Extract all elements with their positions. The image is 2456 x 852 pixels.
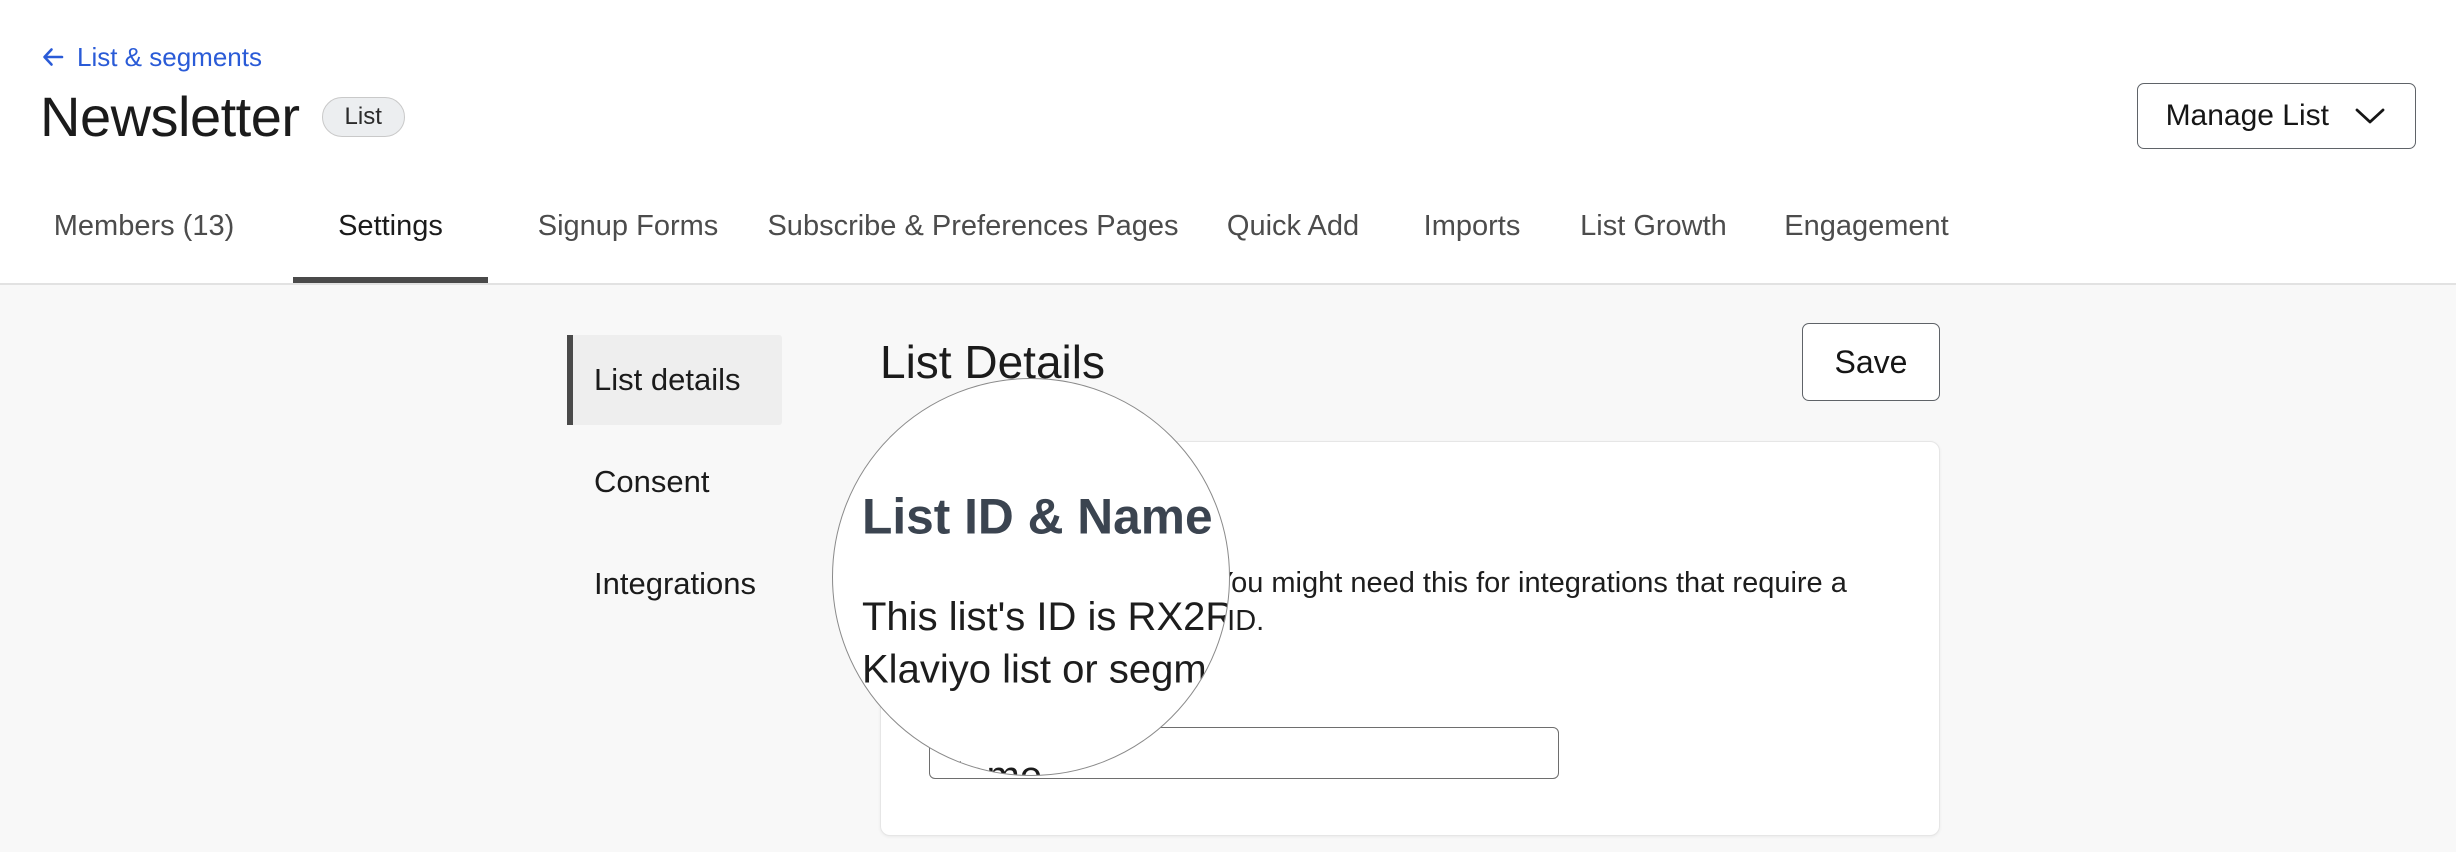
arrow-left-icon: [40, 44, 66, 70]
settings-content: List details Consent Integrations List D…: [0, 285, 2456, 852]
title-row: Newsletter List: [40, 85, 405, 149]
breadcrumb-back-link[interactable]: List & segments: [40, 42, 262, 72]
tab-label: Subscribe & Preferences Pages: [767, 195, 1178, 243]
card-title: List ID & Name: [929, 488, 1891, 532]
tab-engagement[interactable]: Engagement: [1779, 195, 1954, 285]
list-name-input[interactable]: [929, 727, 1559, 779]
tab-settings[interactable]: Settings: [293, 195, 488, 285]
manage-list-button[interactable]: Manage List: [2137, 83, 2416, 149]
tab-signup-forms[interactable]: Signup Forms: [538, 195, 718, 285]
tab-label: Signup Forms: [538, 195, 719, 243]
tab-list-growth[interactable]: List Growth: [1576, 195, 1731, 285]
chevron-down-icon: [2353, 105, 2387, 127]
manage-list-label: Manage List: [2166, 99, 2329, 133]
tab-label: List Growth: [1580, 195, 1727, 243]
tab-members[interactable]: Members (13): [40, 195, 248, 285]
page-title: Newsletter: [40, 85, 300, 149]
tab-subscribe-preferences-pages[interactable]: Subscribe & Preferences Pages: [778, 195, 1168, 285]
breadcrumb-label: List & segments: [77, 42, 262, 72]
tab-label: Quick Add: [1227, 195, 1359, 243]
tab-imports[interactable]: Imports: [1418, 195, 1526, 285]
section-title: List Details: [880, 334, 1105, 390]
list-name-label: List Name: [929, 682, 1891, 718]
list-settings-page: List & segments Newsletter List Manage L…: [0, 0, 2456, 852]
tab-label: Imports: [1424, 195, 1521, 243]
sidebar-item-label: Integrations: [594, 566, 756, 602]
list-id-name-card: List ID & Name This list's ID is RX2R. Y…: [880, 441, 1940, 836]
card-description: This list's ID is RX2R. You might need t…: [929, 564, 1891, 640]
tab-label: Settings: [338, 195, 443, 243]
save-button[interactable]: Save: [1802, 323, 1940, 401]
status-badge: List: [322, 97, 405, 137]
settings-sidenav: List details Consent Integrations: [567, 335, 782, 629]
sidebar-item-integrations[interactable]: Integrations: [567, 539, 782, 629]
page-header: List & segments Newsletter List Manage L…: [0, 0, 2456, 285]
list-name-field: List Name: [929, 682, 1891, 779]
tab-label: Members (13): [54, 195, 235, 243]
sidebar-item-list-details[interactable]: List details: [567, 335, 782, 425]
tab-label: Engagement: [1784, 195, 1948, 243]
sidebar-item-label: Consent: [594, 464, 709, 500]
sidebar-item-consent[interactable]: Consent: [567, 437, 782, 527]
tab-bar: Members (13) Settings Signup Forms Subsc…: [0, 195, 2456, 285]
tab-quick-add[interactable]: Quick Add: [1223, 195, 1363, 285]
sidebar-item-label: List details: [594, 362, 740, 398]
section-header: List Details Save: [880, 323, 1940, 401]
